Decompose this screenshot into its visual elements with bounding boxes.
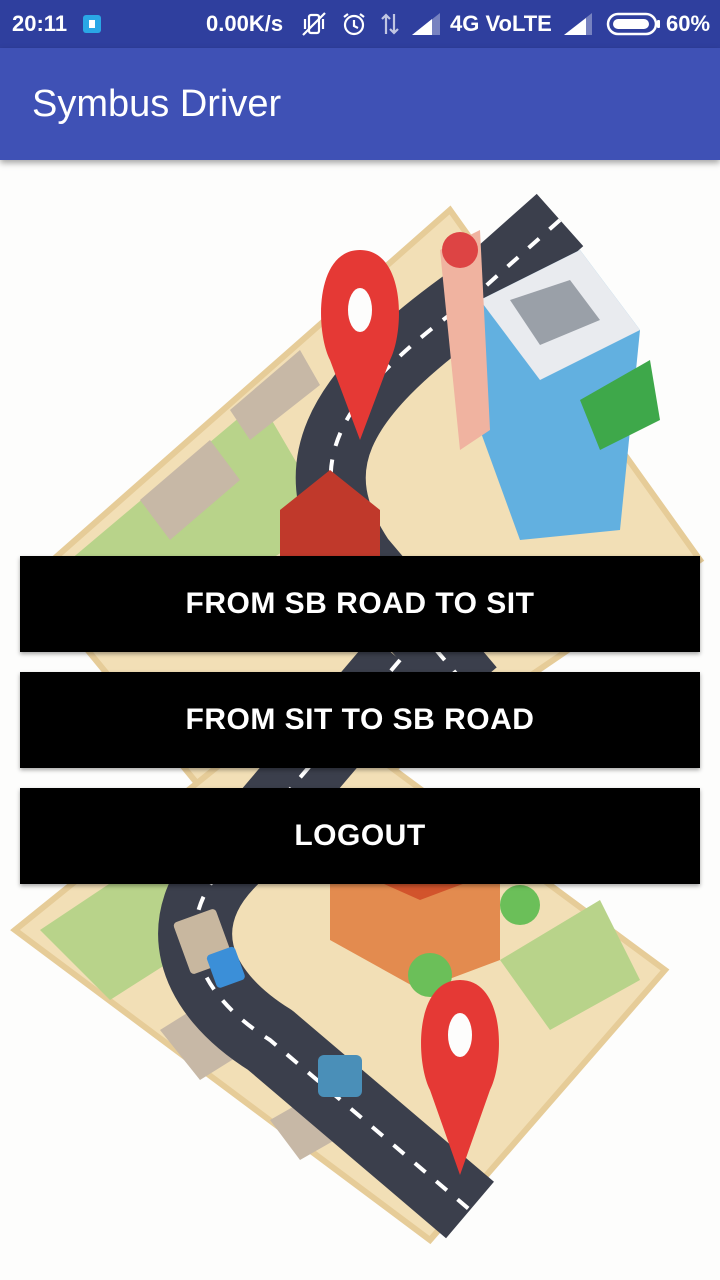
data-arrows-icon [378, 0, 402, 48]
vibrate-off-icon [300, 0, 328, 48]
signal-icon [410, 0, 442, 48]
signal-icon [562, 0, 594, 48]
alarm-icon [340, 0, 368, 48]
battery-percent: 60% [666, 11, 711, 36]
from-sit-to-sb-road-button[interactable]: FROM SIT TO SB ROAD [20, 672, 700, 768]
net-speed: 0.00K/s [206, 11, 284, 36]
battery-icon [606, 0, 662, 48]
logout-button[interactable]: LOGOUT [20, 788, 700, 884]
app-title: Symbus Driver [32, 82, 282, 125]
app-bar: Symbus Driver [0, 48, 720, 160]
notification-icon [82, 0, 102, 48]
status-time: 20:11 [12, 11, 68, 36]
status-bar: 20:11 0.00K/s 4G VoLTE 60% [0, 0, 720, 48]
from-sb-road-to-sit-button[interactable]: FROM SB ROAD TO SIT [20, 556, 700, 652]
network-type: 4G VoLTE [450, 11, 552, 36]
